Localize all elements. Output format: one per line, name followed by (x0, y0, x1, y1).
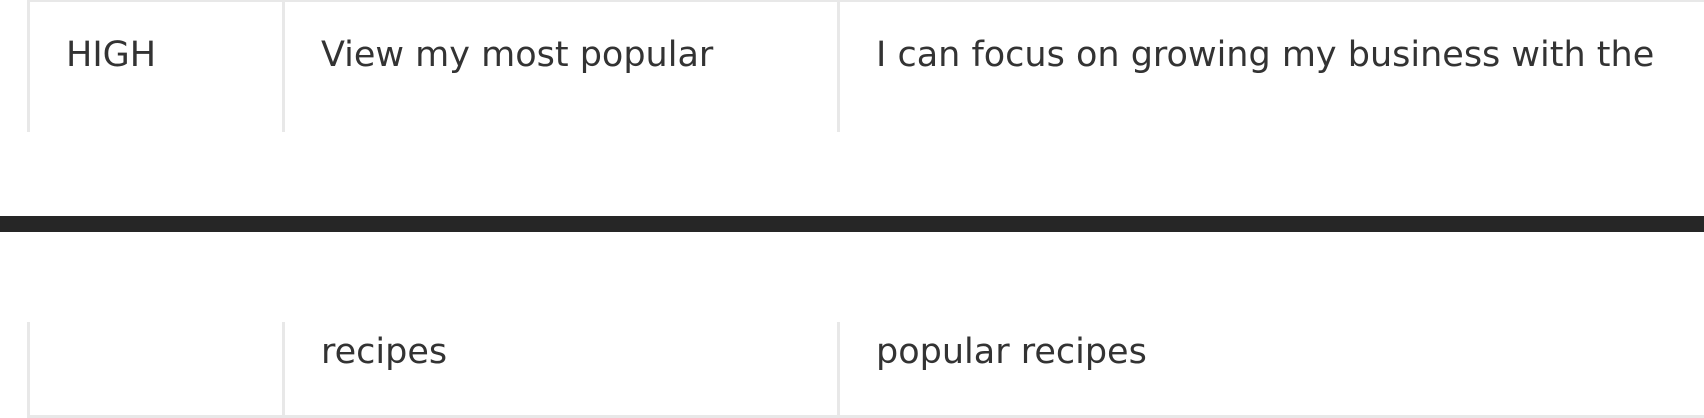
benefit-text: popular recipes (876, 332, 1147, 372)
table-row: recipes popular recipes (27, 322, 1704, 418)
feature-text: View my most popular (321, 35, 714, 75)
feature-cell: recipes (285, 322, 840, 418)
feature-cell: View my most popular (285, 2, 840, 132)
page-divider (0, 216, 1704, 232)
table-fragment-bottom: recipes popular recipes (27, 322, 1704, 418)
priority-cell (27, 322, 285, 418)
priority-text: HIGH (66, 35, 157, 75)
benefit-cell: I can focus on growing my business with … (840, 2, 1704, 132)
priority-cell: HIGH (27, 2, 285, 132)
benefit-text: I can focus on growing my business with … (876, 35, 1655, 75)
table-row: HIGH View my most popular I can focus on… (27, 2, 1704, 132)
feature-text: recipes (321, 332, 448, 372)
table-fragment-top: HIGH View my most popular I can focus on… (27, 0, 1704, 132)
benefit-cell: popular recipes (840, 322, 1704, 418)
